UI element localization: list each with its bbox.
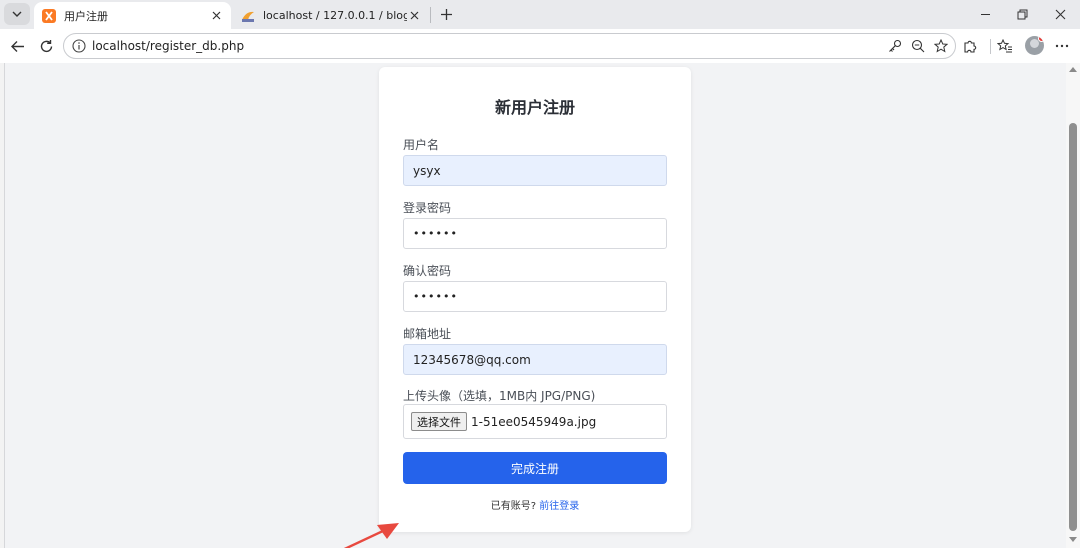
username-input[interactable]: ysyx — [403, 155, 667, 186]
url-text: localhost/register_db.php — [92, 39, 245, 53]
tab-title: 用户注册 — [64, 9, 108, 23]
zoom-out-icon — [911, 39, 925, 53]
vertical-scrollbar[interactable] — [1066, 63, 1080, 548]
password-label: 登录密码 — [403, 201, 452, 215]
toolbar-separator — [990, 39, 991, 54]
puzzle-icon — [963, 40, 976, 53]
phpmyadmin-favicon-icon — [242, 11, 254, 22]
avatar-label: 上传头像（选填，1MB内 JPG/PNG) — [403, 389, 596, 403]
tab-actions-button[interactable] — [4, 3, 30, 25]
plus-icon — [440, 8, 452, 20]
favorite-button[interactable] — [932, 34, 950, 58]
tab-separator — [430, 7, 431, 23]
password-input[interactable]: •••••• — [403, 218, 667, 249]
favorites-list-icon — [997, 38, 1012, 52]
avatar-file-input[interactable]: 选择文件 1-51ee0545949a.jpg — [403, 404, 667, 439]
confirm-password-label: 确认密码 — [403, 264, 452, 278]
tab-strip: 用户注册 localhost / 127.0.0.1 / blog / user… — [0, 0, 1080, 29]
close-tab-icon[interactable] — [209, 9, 223, 23]
close-icon — [1055, 9, 1065, 19]
scrollbar-thumb[interactable] — [1069, 123, 1077, 531]
scroll-down-icon[interactable] — [1069, 537, 1077, 542]
page-viewport: 新用户注册 用户名 ysyx 登录密码 •••••• 确认密码 •••••• 邮… — [4, 63, 1066, 548]
selected-file-name: 1-51ee0545949a.jpg — [471, 414, 597, 429]
password-key-button[interactable] — [886, 34, 904, 58]
restore-button[interactable] — [1012, 4, 1032, 24]
back-arrow-icon — [10, 40, 24, 52]
star-icon — [934, 39, 948, 53]
tab-title: localhost / 127.0.0.1 / blog / users — [263, 9, 407, 22]
address-bar[interactable]: localhost/register_db.php — [63, 33, 956, 59]
register-card: 新用户注册 用户名 ysyx 登录密码 •••••• 确认密码 •••••• 邮… — [379, 67, 691, 532]
settings-menu-button[interactable] — [1052, 36, 1072, 56]
login-link[interactable]: 前往登录 — [539, 501, 579, 512]
email-label: 邮箱地址 — [403, 327, 452, 341]
confirm-password-input[interactable]: •••••• — [403, 281, 667, 312]
page-title: 新用户注册 — [494, 98, 575, 117]
profile-avatar[interactable] — [1025, 36, 1044, 55]
choose-file-button[interactable]: 选择文件 — [411, 412, 467, 431]
annotation-arrow-icon — [343, 523, 399, 548]
minimize-button[interactable] — [975, 4, 995, 24]
extensions-button[interactable] — [960, 36, 980, 56]
notification-dot — [1038, 36, 1044, 42]
new-tab-button[interactable] — [436, 4, 456, 24]
close-window-button[interactable] — [1050, 4, 1070, 24]
chevron-down-icon — [12, 11, 22, 17]
minimize-icon — [980, 13, 990, 15]
username-label: 用户名 — [403, 138, 440, 152]
restore-icon — [1017, 9, 1027, 19]
info-icon — [72, 39, 86, 53]
more-icon — [1055, 44, 1069, 48]
submit-register-button[interactable]: 完成注册 — [403, 452, 667, 484]
scroll-up-icon[interactable] — [1069, 67, 1077, 72]
close-tab-icon[interactable] — [407, 9, 421, 23]
browser-toolbar: localhost/register_db.php — [0, 29, 1080, 63]
tab-register[interactable]: 用户注册 — [34, 2, 231, 29]
email-input[interactable]: 12345678@qq.com — [403, 344, 667, 375]
zoom-button[interactable] — [909, 34, 927, 58]
tab-phpmyadmin[interactable]: localhost / 127.0.0.1 / blog / users — [233, 2, 429, 29]
refresh-icon — [40, 39, 52, 52]
login-prompt-text: 已有账号? — [490, 501, 537, 512]
back-button[interactable] — [7, 36, 27, 56]
key-icon — [889, 39, 902, 52]
login-prompt-row: 已有账号? 前往登录 — [379, 497, 691, 512]
xampp-favicon-icon — [42, 8, 56, 23]
favorites-button[interactable] — [995, 36, 1015, 56]
refresh-button[interactable] — [36, 36, 56, 56]
